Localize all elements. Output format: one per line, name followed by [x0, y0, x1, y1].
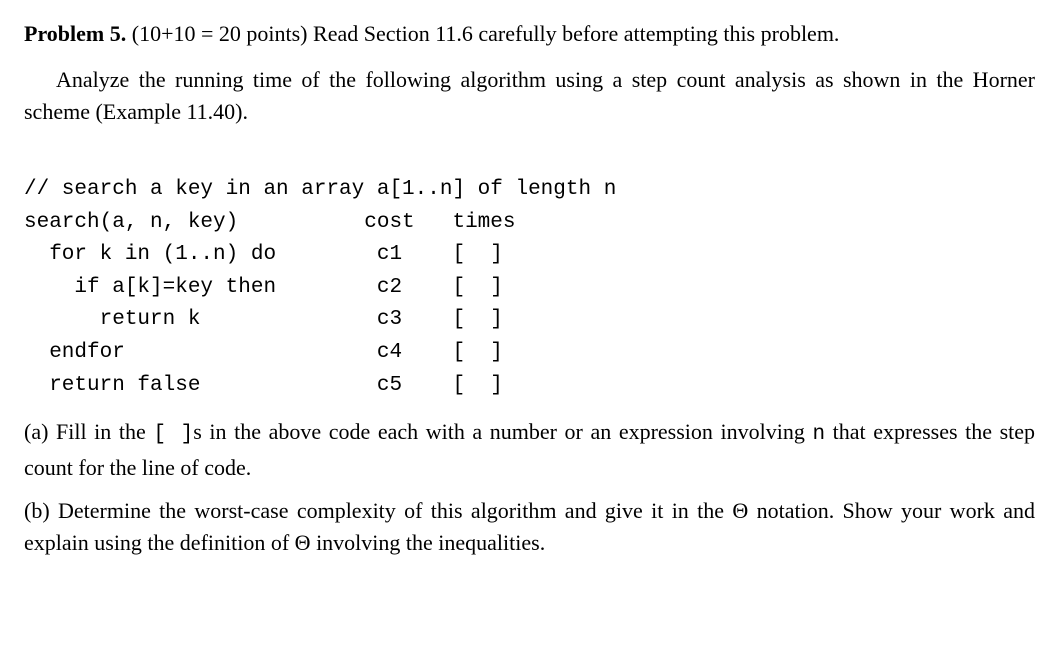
- code-line-return-false: return false c5 [ ]: [24, 374, 503, 397]
- code-line-comment: // search a key in an array a[1..n] of l…: [24, 178, 616, 201]
- code-line-header: search(a, n, key) cost times: [24, 211, 515, 234]
- problem-title: Problem 5.: [24, 21, 126, 46]
- code-line-for: for k in (1..n) do c1 [ ]: [24, 243, 503, 266]
- part-b-text3: involving the inequalities.: [311, 530, 546, 555]
- code-line-return-k: return k c3 [ ]: [24, 308, 503, 331]
- code-line-if: if a[k]=key then c2 [ ]: [24, 276, 503, 299]
- part-a-var-n: n: [812, 423, 825, 446]
- part-a-bracket: [ ]: [153, 423, 193, 446]
- problem-heading: Problem 5. (10+10 = 20 points) Read Sect…: [24, 18, 1035, 50]
- part-b: (b) Determine the worst-case complexity …: [24, 495, 1035, 559]
- points-text: (10+10 = 20 points): [126, 21, 313, 46]
- theta-symbol: Θ: [295, 530, 311, 555]
- part-a-text1: Fill in the: [56, 419, 153, 444]
- code-line-endfor: endfor c4 [ ]: [24, 341, 503, 364]
- part-a-label: (a): [24, 419, 56, 444]
- theta-symbol: Θ: [732, 498, 748, 523]
- part-b-text1: Determine the worst-case complexity of t…: [58, 498, 732, 523]
- intro-paragraph: Analyze the running time of the followin…: [24, 64, 1035, 128]
- heading-instruction: Read Section 11.6 carefully before attem…: [313, 21, 839, 46]
- part-b-label: (b): [24, 498, 58, 523]
- code-block: // search a key in an array a[1..n] of l…: [24, 142, 1035, 402]
- part-a: (a) Fill in the [ ]s in the above code e…: [24, 416, 1035, 483]
- part-a-text2: s in the above code each with a number o…: [193, 419, 812, 444]
